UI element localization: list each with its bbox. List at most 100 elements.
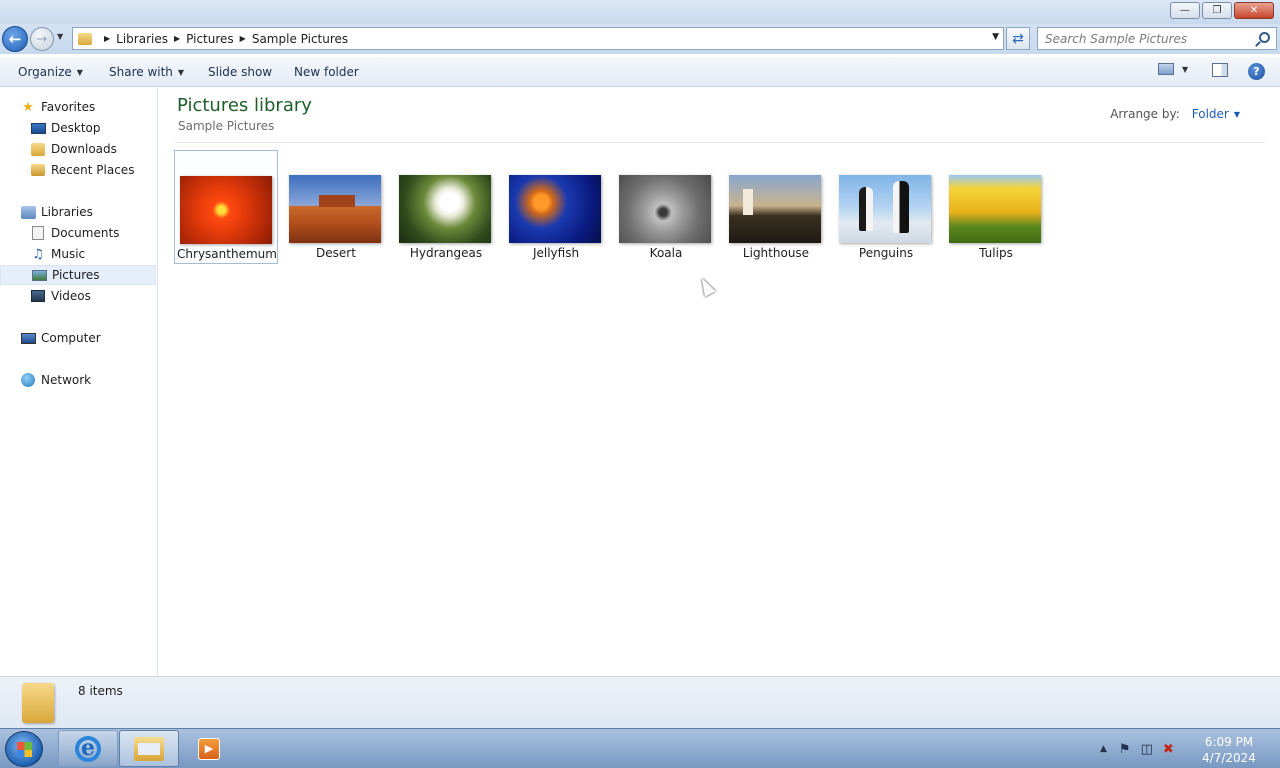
- breadcrumb-separator-icon[interactable]: ▶: [104, 34, 110, 43]
- arrange-by-dropdown[interactable]: Folder: [1192, 107, 1229, 121]
- system-tray: ▲ ⚑ ◫ ✖: [1100, 729, 1174, 768]
- desktop-icon: [30, 121, 46, 135]
- chevron-down-icon[interactable]: ▼: [1234, 110, 1240, 119]
- sidebar-item-libraries[interactable]: Libraries: [0, 202, 156, 222]
- clock-time: 6:09 PM: [1204, 735, 1254, 749]
- restore-button[interactable]: ❐: [1202, 2, 1232, 19]
- share-with-button[interactable]: Share with ▼: [109, 57, 184, 87]
- change-view-button[interactable]: ▼: [1158, 63, 1188, 75]
- file-name: Koala: [649, 246, 683, 260]
- folder-icon: [78, 32, 92, 45]
- thumbnail-image: [399, 175, 491, 243]
- sidebar-item-label: Documents: [51, 226, 120, 240]
- help-icon: ?: [1248, 63, 1265, 80]
- file-name: Lighthouse: [742, 246, 810, 260]
- star-icon: ★: [22, 99, 34, 115]
- sidebar-item-videos[interactable]: Videos: [0, 286, 156, 306]
- preview-pane-button[interactable]: [1212, 63, 1228, 77]
- close-button[interactable]: ✕: [1234, 2, 1274, 19]
- computer-icon: [20, 331, 36, 345]
- file-name: Tulips: [979, 246, 1013, 260]
- search-box[interactable]: [1037, 27, 1277, 50]
- search-icon[interactable]: [1259, 32, 1270, 43]
- share-with-label: Share with: [109, 65, 173, 79]
- start-button[interactable]: [5, 731, 43, 767]
- file-name: Hydrangeas: [409, 246, 483, 260]
- internet-explorer-icon: [75, 735, 101, 762]
- forward-button[interactable]: →: [30, 27, 54, 51]
- sidebar-item-downloads[interactable]: Downloads: [0, 139, 156, 159]
- pictures-icon: [31, 268, 47, 282]
- sidebar-item-pictures[interactable]: Pictures: [0, 265, 156, 285]
- taskbar-internet-explorer[interactable]: [58, 730, 118, 767]
- help-button[interactable]: ?: [1248, 63, 1265, 80]
- organize-label: Organize: [18, 65, 72, 79]
- sidebar-item-desktop[interactable]: Desktop: [0, 118, 156, 138]
- volume-muted-icon[interactable]: ✖: [1163, 742, 1174, 757]
- sidebar-item-label: Desktop: [51, 121, 101, 135]
- minimize-icon: —: [1180, 5, 1190, 16]
- taskbar-media-player[interactable]: ▶: [180, 730, 238, 767]
- slide-show-button[interactable]: Slide show: [208, 57, 272, 87]
- file-item-koala[interactable]: Koala: [614, 150, 718, 264]
- window-controls: — ❐ ✕: [1170, 2, 1274, 19]
- organize-button[interactable]: Organize ▼: [18, 57, 83, 87]
- thumbnail-image: [729, 175, 821, 243]
- sidebar-item-documents[interactable]: Documents: [0, 223, 156, 243]
- back-arrow-icon: ←: [8, 30, 22, 48]
- forward-arrow-icon: →: [36, 31, 48, 47]
- breadcrumb-libraries[interactable]: Libraries: [116, 32, 168, 46]
- windows-logo-icon: [17, 742, 32, 757]
- minimize-button[interactable]: —: [1170, 2, 1200, 19]
- sidebar-item-recent-places[interactable]: Recent Places: [0, 160, 156, 180]
- thumbnail-image: [289, 175, 381, 243]
- sidebar-item-computer[interactable]: Computer: [0, 328, 156, 348]
- sidebar-item-favorites[interactable]: ★ Favorites: [0, 97, 156, 117]
- file-name: Desert: [316, 246, 356, 260]
- navigation-pane: ★ Favorites Desktop Downloads Recent Pla…: [0, 88, 158, 676]
- sidebar-item-label: Computer: [41, 331, 101, 345]
- recent-places-icon: [30, 163, 46, 177]
- clock[interactable]: 6:09 PM 4/7/2024: [1196, 734, 1262, 766]
- breadcrumb-separator-icon[interactable]: ▶: [240, 34, 246, 43]
- sidebar-item-music[interactable]: ♫ Music: [0, 244, 156, 264]
- sidebar-item-label: Videos: [51, 289, 91, 303]
- sidebar-item-label: Network: [41, 373, 92, 387]
- network-status-icon[interactable]: ◫: [1141, 742, 1153, 757]
- page-subtitle: Sample Pictures: [178, 119, 275, 133]
- sidebar-item-label: Downloads: [51, 142, 117, 156]
- file-item-tulips[interactable]: Tulips: [944, 150, 1048, 264]
- documents-icon: [30, 226, 46, 240]
- recent-pages-dropdown[interactable]: ▼: [57, 32, 63, 41]
- back-button[interactable]: ←: [2, 26, 28, 52]
- address-bar[interactable]: ▶ Libraries ▶ Pictures ▶ Sample Pictures…: [72, 27, 1004, 50]
- sidebar-item-label: Libraries: [41, 205, 93, 219]
- refresh-button[interactable]: ⇄: [1006, 27, 1030, 50]
- sidebar-item-network[interactable]: Network: [0, 370, 156, 390]
- file-item-chrysanthemum[interactable]: Chrysanthemum: [174, 150, 278, 264]
- file-list-pane: Pictures library Sample Pictures Arrange…: [159, 88, 1280, 676]
- clock-date: 4/7/2024: [1202, 751, 1256, 765]
- file-item-desert[interactable]: Desert: [284, 150, 388, 264]
- thumbnail-image: [839, 175, 931, 243]
- search-input[interactable]: [1038, 28, 1248, 49]
- thumbnail-image: [509, 175, 601, 243]
- taskbar-windows-explorer[interactable]: [119, 730, 179, 767]
- file-item-jellyfish[interactable]: Jellyfish: [504, 150, 608, 264]
- chevron-down-icon[interactable]: ▼: [1182, 65, 1188, 74]
- folder-icon: [22, 683, 54, 723]
- view-icon: [1158, 63, 1174, 75]
- breadcrumb-sample-pictures[interactable]: Sample Pictures: [252, 32, 348, 46]
- file-item-lighthouse[interactable]: Lighthouse: [724, 150, 828, 264]
- new-folder-button[interactable]: New folder: [294, 57, 359, 87]
- action-center-flag-icon[interactable]: ⚑: [1119, 742, 1131, 757]
- title-bar: — ❐ ✕: [0, 0, 1280, 24]
- breadcrumb-pictures[interactable]: Pictures: [186, 32, 234, 46]
- file-item-penguins[interactable]: Penguins: [834, 150, 938, 264]
- file-item-hydrangeas[interactable]: Hydrangeas: [394, 150, 498, 264]
- command-bar: Organize ▼ Share with ▼ Slide show New fol…: [0, 57, 1280, 87]
- libraries-icon: [20, 205, 36, 219]
- breadcrumb-separator-icon[interactable]: ▶: [174, 34, 180, 43]
- address-dropdown-icon[interactable]: ▼: [992, 32, 999, 42]
- show-hidden-icons-icon[interactable]: ▲: [1100, 744, 1107, 754]
